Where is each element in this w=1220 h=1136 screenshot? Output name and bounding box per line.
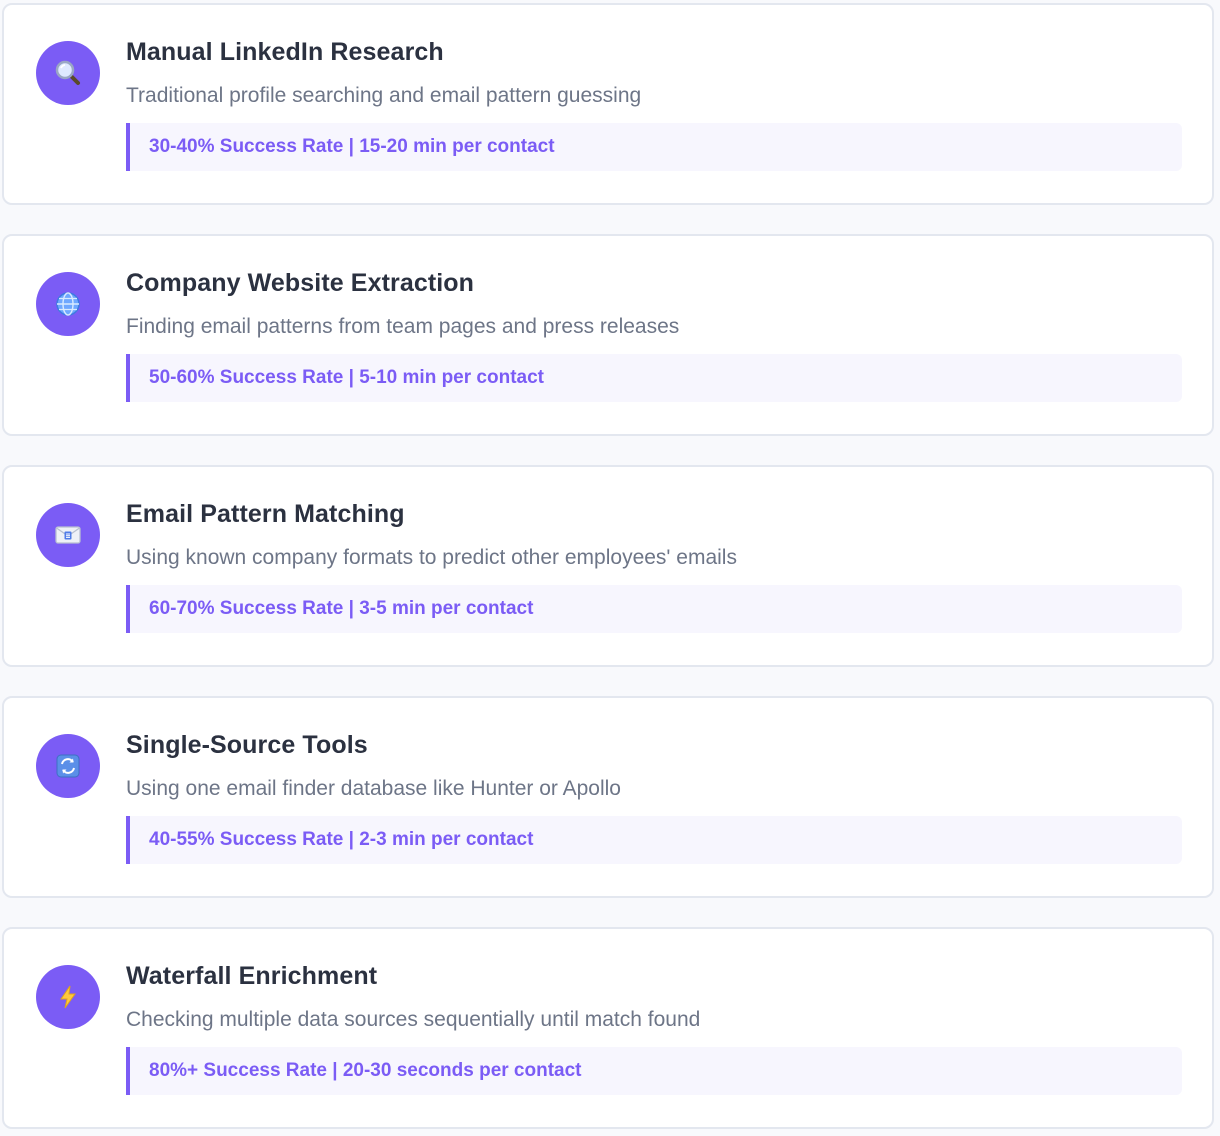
magnifier-icon xyxy=(36,41,100,105)
method-card: Manual LinkedIn Research Traditional pro… xyxy=(2,3,1214,205)
method-stat: 30-40% Success Rate | 15-20 min per cont… xyxy=(126,123,1182,171)
method-title: Company Website Extraction xyxy=(126,269,475,297)
method-description: Using one email finder database like Hun… xyxy=(126,777,621,800)
method-stat: 40-55% Success Rate | 2-3 min per contac… xyxy=(126,816,1182,864)
method-title: Manual LinkedIn Research xyxy=(126,38,444,66)
method-card: Company Website Extraction Finding email… xyxy=(2,234,1214,436)
method-card: Single-Source Tools Using one email find… xyxy=(2,696,1214,898)
method-title: Single-Source Tools xyxy=(126,731,368,759)
method-stat: 60-70% Success Rate | 3-5 min per contac… xyxy=(126,585,1182,633)
globe-icon xyxy=(36,272,100,336)
method-description: Checking multiple data sources sequentia… xyxy=(126,1008,701,1031)
refresh-icon xyxy=(36,734,100,798)
method-card: Email Pattern Matching Using known compa… xyxy=(2,465,1214,667)
method-card: Waterfall Enrichment Checking multiple d… xyxy=(2,927,1214,1129)
method-description: Using known company formats to predict o… xyxy=(126,546,737,569)
method-stat: 50-60% Success Rate | 5-10 min per conta… xyxy=(126,354,1182,402)
lightning-icon xyxy=(36,965,100,1029)
envelope-icon xyxy=(36,503,100,567)
method-title: Email Pattern Matching xyxy=(126,500,405,528)
method-description: Finding email patterns from team pages a… xyxy=(126,315,680,338)
methods-list: Manual LinkedIn Research Traditional pro… xyxy=(0,0,1220,1136)
method-description: Traditional profile searching and email … xyxy=(126,84,642,107)
method-title: Waterfall Enrichment xyxy=(126,962,378,990)
method-stat: 80%+ Success Rate | 20-30 seconds per co… xyxy=(126,1047,1182,1095)
